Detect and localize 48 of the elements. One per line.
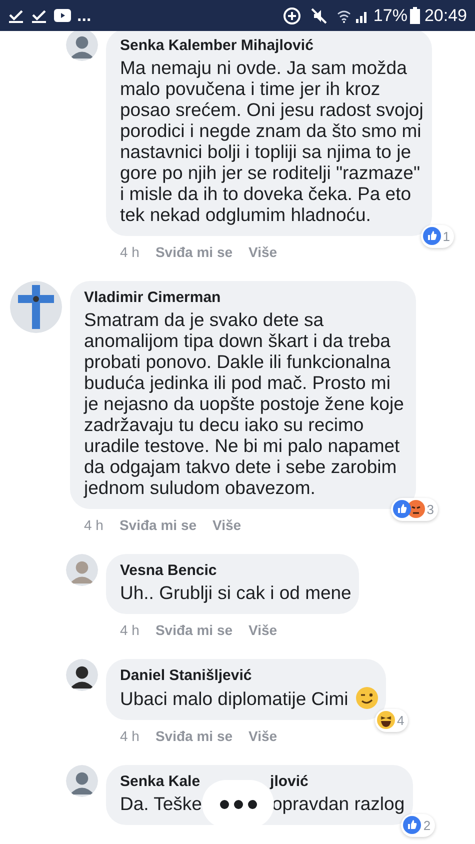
battery-percent: 17% — [373, 4, 408, 27]
timestamp: 4 h — [84, 516, 104, 534]
comment-text: Ubaci malo diplomatije Cimi — [120, 687, 378, 709]
more-link[interactable]: Više — [248, 243, 278, 261]
author-name[interactable]: Senka Kale — [120, 771, 200, 793]
author-name[interactable]: Vesna Bencic — [120, 560, 217, 582]
more-link[interactable]: Više — [212, 516, 242, 534]
add-circle-icon — [283, 6, 302, 24]
avatar — [66, 31, 98, 61]
more-link[interactable]: Više — [248, 621, 278, 639]
comment-text: opravdan razlog — [272, 793, 405, 814]
reaction-count[interactable]: 3 — [390, 498, 438, 521]
reaction-count[interactable]: 2 — [401, 814, 435, 837]
comment-text: Da. Teške — [120, 793, 202, 814]
timestamp: 4 h — [120, 243, 140, 261]
check-icon — [31, 8, 47, 22]
like-reaction-icon — [403, 816, 422, 834]
avatar — [66, 659, 98, 691]
like-link[interactable]: Sviđa mi se — [155, 727, 233, 745]
comment-text: Smatram da je svako dete sa anomalijom tipa down škart i da treba probati ponovo. Dakle ili funkcionalna buduća jedinka ili pod mač. Prosto mi je nejasno da uopšte postoje žene koje zadržavaju tu decu iako su recimo uradile testove. Ne bi mi palo napamet da odgajam takvo dete i sebe zarobim jednom suludom obavezom. — [84, 309, 405, 498]
battery-icon — [410, 7, 420, 24]
comment-text: Ma nemaju ni ovde. Ja sam možda malo povučena i time jer ih kroz posao srećem. Oni jesu radost svojoj porodici i negde znam da što smo mi nastavnici bolji i topliji sa njima to je gore po njih jer se roditelji "razmaze" i misle da ih to doveka čeka. Pa eto tek nekad odglumim hladnoću. — [120, 57, 424, 225]
like-reaction-icon — [422, 227, 441, 246]
video-icon — [54, 9, 71, 22]
author-name[interactable]: Daniel Stanišljević — [120, 665, 252, 687]
like-link[interactable]: Sviđa mi se — [155, 621, 233, 639]
author-name[interactable]: Vladimir Cimerman — [84, 287, 221, 309]
timestamp: 4 h — [120, 621, 140, 639]
winking-emoji-icon — [356, 687, 378, 709]
author-name[interactable]: jlović — [270, 771, 308, 793]
comment-text: Uh.. Grublji si cak i od mene — [120, 582, 352, 603]
mute-icon — [311, 8, 328, 24]
more-notifications: ... — [77, 4, 92, 27]
avatar — [10, 281, 62, 333]
like-reaction-icon — [392, 500, 411, 518]
timestamp: 4 h — [120, 727, 140, 745]
more-link[interactable]: Više — [248, 727, 278, 745]
avatar — [66, 765, 98, 797]
like-link[interactable]: Sviđa mi se — [119, 516, 197, 534]
check-icon — [8, 8, 24, 22]
clock: 20:49 — [424, 4, 467, 27]
wifi-icon — [337, 8, 352, 22]
reaction-count[interactable]: 1 — [420, 224, 454, 248]
laughing-reaction-icon — [377, 711, 396, 730]
author-name[interactable]: Senka Kalember Mihajlović — [120, 35, 314, 57]
like-link[interactable]: Sviđa mi se — [155, 243, 233, 261]
reaction-count[interactable]: 4 — [375, 708, 408, 732]
avatar — [66, 554, 98, 586]
